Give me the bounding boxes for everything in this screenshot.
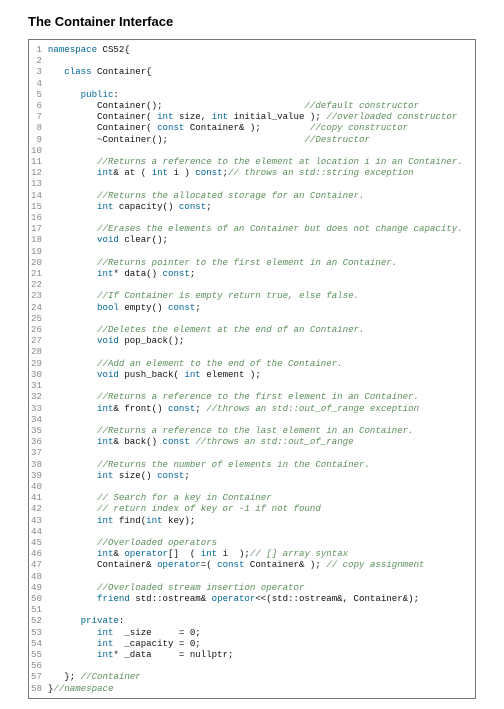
line-number-gutter: 1 2 3 4 5 6 7 8 9 10 11 12 13 14 15 16 1… (31, 44, 48, 694)
page-title: The Container Interface (28, 14, 476, 29)
code-block: 1 2 3 4 5 6 7 8 9 10 11 12 13 14 15 16 1… (31, 44, 469, 694)
code-box: 1 2 3 4 5 6 7 8 9 10 11 12 13 14 15 16 1… (28, 39, 476, 699)
document-page: The Container Interface 1 2 3 4 5 6 7 8 … (0, 0, 504, 709)
code-content: namespace CS52{ class Container{ public:… (48, 44, 469, 694)
